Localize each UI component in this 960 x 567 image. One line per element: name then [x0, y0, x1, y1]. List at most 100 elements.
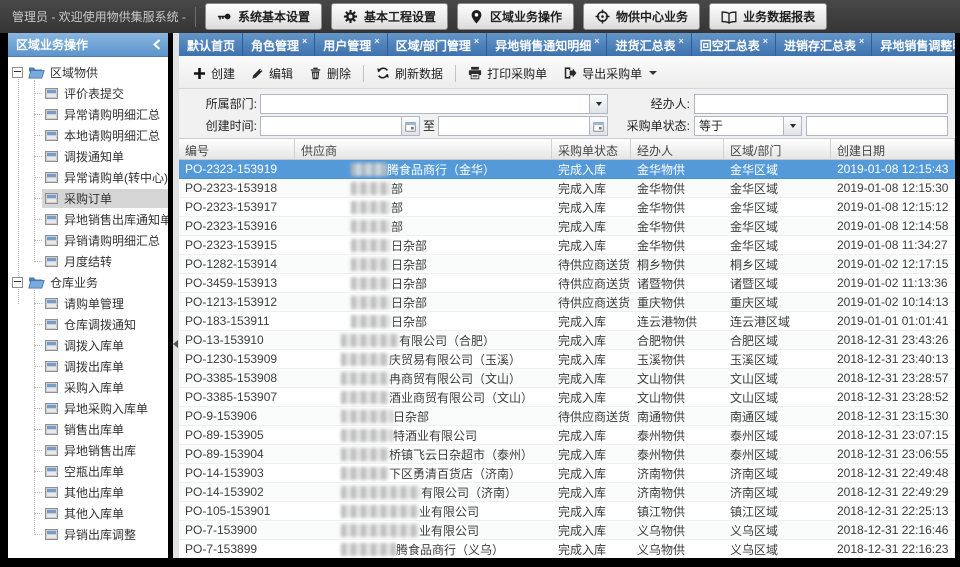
sidebar-item-label: 采购入库单: [64, 379, 124, 396]
document-icon: [45, 256, 58, 267]
table-row[interactable]: PO-14-153903下区勇清百货店（济南）完成入库济南物供济南区域2018-…: [179, 464, 955, 483]
sidebar-item-其他入库单[interactable]: 其他入库单: [8, 503, 168, 524]
sidebar-item-采购订单[interactable]: 采购订单: [8, 188, 168, 209]
table-row[interactable]: PO-1213-153912日杂部待供应商送货重庆物供重庆区域2019-01-0…: [179, 293, 955, 312]
sidebar-item-异地销售出库通知单[interactable]: 异地销售出库通知单: [8, 209, 168, 230]
tab-区域/部门管理[interactable]: 区域/部门管理×: [388, 33, 488, 56]
sidebar-item-销售出库单[interactable]: 销售出库单: [8, 419, 168, 440]
sidebar-item-调拨通知单[interactable]: 调拨通知单: [8, 146, 168, 167]
sidebar-item-异地采购入库单[interactable]: 异地采购入库单: [8, 398, 168, 419]
tab-默认首页[interactable]: 默认首页: [179, 33, 243, 56]
sidebar-item-仓库调拨通知[interactable]: 仓库调拨通知: [8, 314, 168, 335]
status-op-select[interactable]: 等于: [694, 116, 802, 136]
tab-回空汇总表[interactable]: 回空汇总表×: [692, 33, 776, 56]
sidebar-item-异常请购单(转中心)[interactable]: 异常请购单(转中心): [8, 167, 168, 188]
table-row[interactable]: PO-3385-153907酒业商贸有限公司（文山）完成入库文山物供文山区域20…: [179, 388, 955, 407]
sidebar-item-评价表提交[interactable]: 评价表提交: [8, 83, 168, 104]
column-header-创建日期[interactable]: 创建日期: [831, 139, 955, 159]
column-header-编号[interactable]: 编号: [179, 139, 295, 159]
toolbar-button-删除[interactable]: 删除: [301, 62, 359, 85]
sidebar-item-空瓶出库单[interactable]: 空瓶出库单: [8, 461, 168, 482]
table-row[interactable]: PO-105-153901业有限公司完成入库镇江物供镇江区域2018-12-31…: [179, 502, 955, 521]
tab-close-icon[interactable]: ×: [374, 37, 379, 46]
tab-close-icon[interactable]: ×: [763, 37, 768, 46]
tab-close-icon[interactable]: ×: [678, 37, 683, 46]
tab-close-icon[interactable]: ×: [594, 37, 599, 46]
column-header-经办人[interactable]: 经办人: [631, 139, 724, 159]
splitter-collapse-icon[interactable]: [173, 340, 178, 348]
table-row[interactable]: PO-1282-153914日杂部待供应商送货桐乡物供桐乡区域2019-01-0…: [179, 255, 955, 274]
toolbar-button-打印采购单[interactable]: 打印采购单: [460, 62, 555, 85]
sidebar-folder-仓库业务[interactable]: 仓库业务: [8, 272, 168, 293]
sidebar-item-本地请购明细汇总[interactable]: 本地请购明细汇总: [8, 125, 168, 146]
topbar-menu-区域业务操作[interactable]: 区域业务操作: [457, 3, 574, 30]
table-row[interactable]: PO-3459-153913日杂部待供应商送货诸暨物供诸暨区域2019-01-0…: [179, 274, 955, 293]
tree-expander-icon[interactable]: [12, 277, 23, 288]
sidebar-item-异销出库调整[interactable]: 异销出库调整: [8, 524, 168, 545]
column-header-供应商[interactable]: 供应商: [295, 139, 552, 159]
table-row[interactable]: PO-7-153900业有限公司完成入库义乌物供义乌区域2018-12-31 2…: [179, 521, 955, 540]
tab-异地销售调整明细[interactable]: 异地销售调整明细×: [872, 33, 955, 56]
date-from-picker-trigger[interactable]: [401, 117, 419, 135]
table-row[interactable]: PO-1230-153909庆贸易有限公司（玉溪）完成入库玉溪物供玉溪区域201…: [179, 350, 955, 369]
column-header-区域/部门[interactable]: 区域/部门: [724, 139, 831, 159]
table-row[interactable]: PO-89-153905特酒业有限公司完成入库泰州物供泰州区域2018-12-3…: [179, 426, 955, 445]
sidebar-item-其他出库单[interactable]: 其他出库单: [8, 482, 168, 503]
sidebar-collapse-button[interactable]: [152, 39, 161, 50]
document-icon: [45, 529, 58, 540]
cell-supplier: 日杂部: [295, 256, 552, 273]
tab-用户管理[interactable]: 用户管理×: [315, 33, 387, 56]
table-row[interactable]: PO-9-153906日杂部待供应商送货南通物供南通区域2018-12-31 2…: [179, 407, 955, 426]
table-row[interactable]: PO-13-153910有限公司（合肥）完成入库合肥物供合肥区域2018-12-…: [179, 331, 955, 350]
toolbar-button-编辑[interactable]: 编辑: [243, 62, 301, 85]
status-filter-input[interactable]: [807, 117, 947, 135]
column-header-采购单状态[interactable]: 采购单状态: [552, 139, 631, 159]
sidebar-folder-区域物供[interactable]: 区域物供: [8, 62, 168, 83]
operator-filter-input[interactable]: [695, 95, 947, 113]
dept-combo-trigger[interactable]: [589, 95, 607, 113]
sidebar-item-调拨出库单[interactable]: 调拨出库单: [8, 356, 168, 377]
table-row[interactable]: PO-7-153899腾食品商行（义乌）完成入库义乌物供义乌区域2018-12-…: [179, 540, 955, 558]
app-window: { "colors":{"topbar_dark":"#3f3f3f","tab…: [0, 0, 960, 567]
sidebar-item-调拨入库单[interactable]: 调拨入库单: [8, 335, 168, 356]
date-to-input[interactable]: [439, 117, 589, 135]
tree-expander-icon[interactable]: [12, 67, 23, 78]
sidebar-item-异常请购明细汇总[interactable]: 异常请购明细汇总: [8, 104, 168, 125]
tab-进销存汇总表[interactable]: 进销存汇总表×: [776, 33, 872, 56]
table-row[interactable]: PO-2323-153919腾食品商行（金华）完成入库金华物供金华区域2019-…: [179, 160, 955, 179]
sidebar-item-异销请购明细汇总[interactable]: 异销请购明细汇总: [8, 230, 168, 251]
topbar-menu-业务数据报表[interactable]: 业务数据报表: [709, 3, 827, 30]
date-from-input[interactable]: [261, 117, 401, 135]
tree-leaf-wrap: 异销出库调整: [42, 525, 168, 544]
topbar-menu-系统基本设置[interactable]: 系统基本设置: [205, 3, 322, 30]
sidebar-item-月度结转[interactable]: 月度结转: [8, 251, 168, 272]
sidebar-item-采购入库单[interactable]: 采购入库单: [8, 377, 168, 398]
topbar-menu-label: 物供中心业务: [616, 8, 688, 25]
sidebar-item-异地销售出库[interactable]: 异地销售出库: [8, 440, 168, 461]
topbar-menu-基本工程设置[interactable]: 基本工程设置: [331, 3, 448, 30]
table-row[interactable]: PO-14-153902有限公司（济南）完成入库济南物供济南区域2018-12-…: [179, 483, 955, 502]
toolbar-button-刷新数据[interactable]: 刷新数据: [368, 62, 451, 85]
topbar-menu-物供中心业务[interactable]: 物供中心业务: [583, 3, 700, 30]
table-row[interactable]: PO-2323-153917部完成入库金华物供金华区域2019-01-08 12…: [179, 198, 955, 217]
table-row[interactable]: PO-89-153904桥镇飞云日杂超市（泰州）完成入库泰州物供泰州区域2018…: [179, 445, 955, 464]
date-to-picker-trigger[interactable]: [589, 117, 607, 135]
table-row[interactable]: PO-183-153911日杂部完成入库连云港物供连云港区域2019-01-01…: [179, 312, 955, 331]
table-row[interactable]: PO-2323-153916部完成入库金华物供金华区域2019-01-08 12…: [179, 217, 955, 236]
table-row[interactable]: PO-3385-153908冉商贸有限公司（文山）完成入库文山物供文山区域201…: [179, 369, 955, 388]
table-row[interactable]: PO-2323-153915日杂部完成入库金华物供金华区域2019-01-08 …: [179, 236, 955, 255]
sidebar-item-请购单管理[interactable]: 请购单管理: [8, 293, 168, 314]
tab-close-icon[interactable]: ×: [302, 37, 307, 46]
toolbar-button-创建[interactable]: 创建: [185, 62, 243, 85]
tab-close-icon[interactable]: ×: [474, 37, 479, 46]
topbar-separator: [195, 7, 196, 27]
table-row[interactable]: PO-2323-153918部完成入库金华物供金华区域2019-01-08 12…: [179, 179, 955, 198]
toolbar-button-导出采购单[interactable]: 导出采购单: [555, 62, 665, 85]
tab-异地销售通知明细[interactable]: 异地销售通知明细×: [487, 33, 607, 56]
status-op-trigger[interactable]: [783, 117, 801, 135]
tab-角色管理[interactable]: 角色管理×: [243, 33, 315, 56]
tab-进货汇总表[interactable]: 进货汇总表×: [607, 33, 691, 56]
redacted-supplier-name: [341, 410, 393, 423]
tab-close-icon[interactable]: ×: [859, 37, 864, 46]
dept-filter-input[interactable]: [261, 95, 589, 113]
